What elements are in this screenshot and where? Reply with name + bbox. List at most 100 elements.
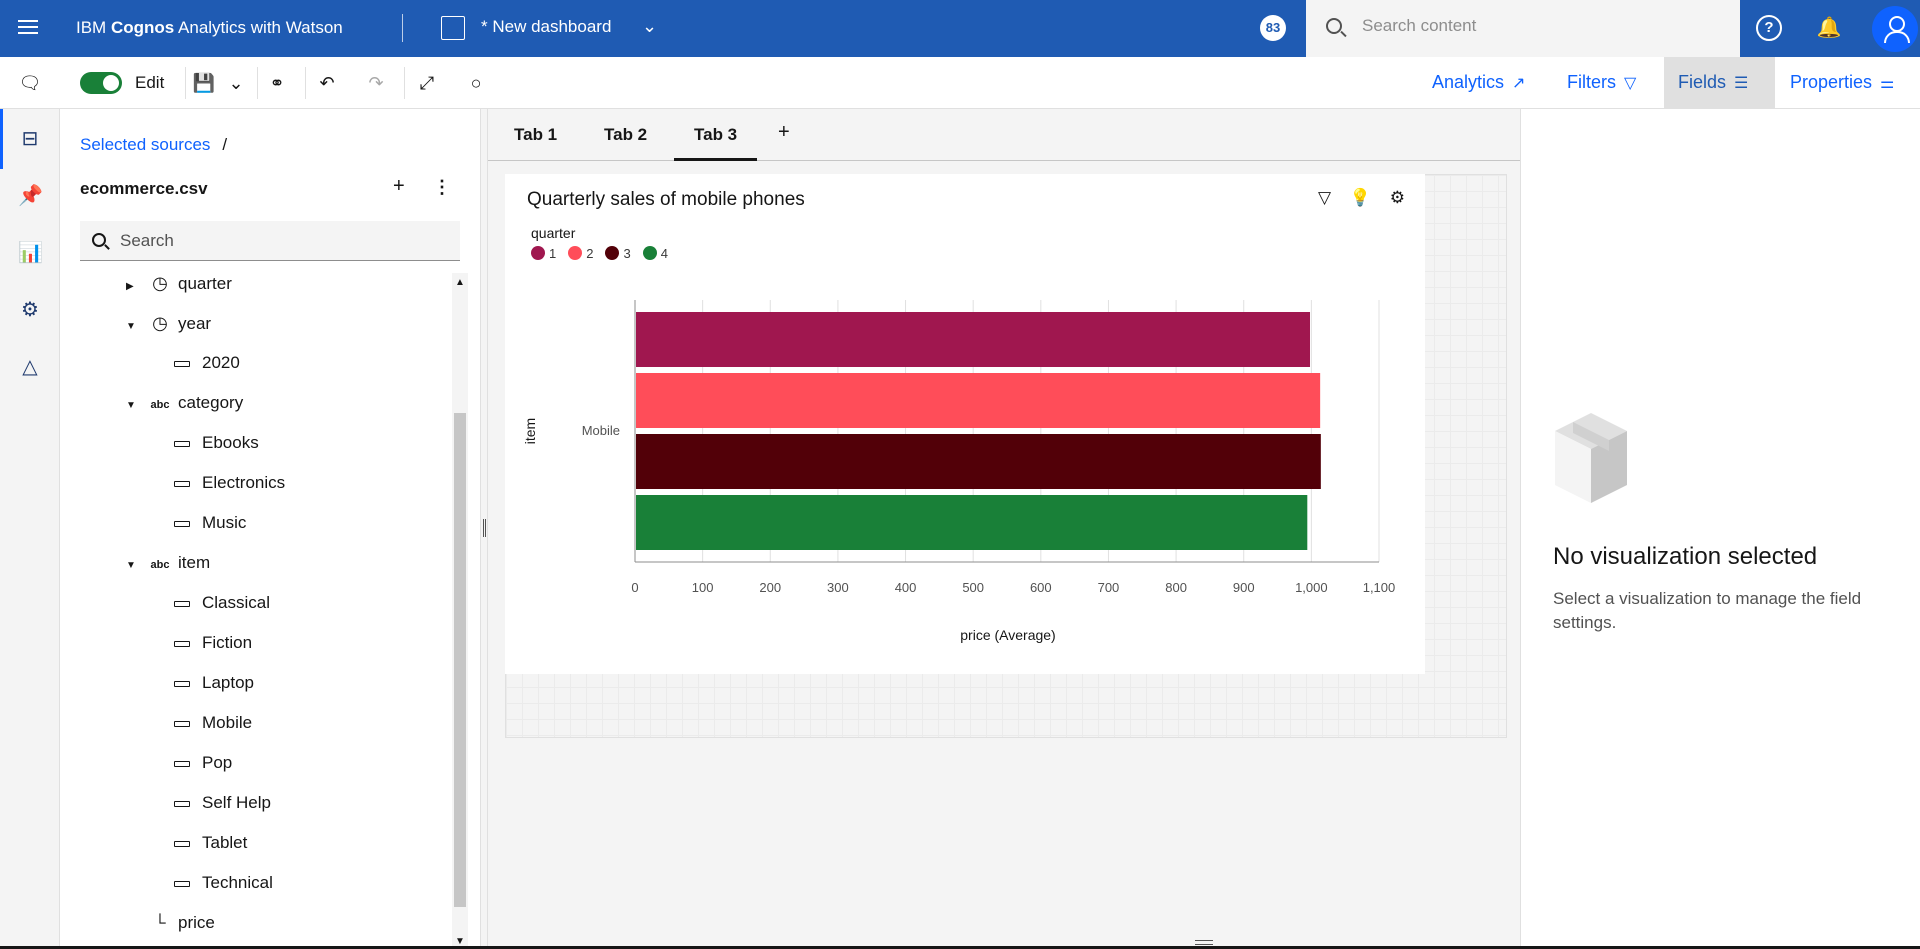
clock-icon: ◷ — [152, 273, 168, 293]
bar-quarter-4[interactable] — [636, 495, 1308, 550]
notifications-bell-icon[interactable]: 🔔 — [1816, 15, 1842, 41]
text-type-icon: abc — [150, 399, 170, 411]
fullscreen-icon[interactable]: ⤢ — [415, 71, 439, 95]
bar-quarter-2[interactable] — [636, 373, 1321, 428]
x-tick-label: 1,000 — [1295, 580, 1328, 595]
tab-1[interactable]: Tab 1 — [514, 125, 557, 145]
tree-item[interactable]: Self Help — [174, 783, 271, 823]
tree-item[interactable]: 2020 — [174, 343, 240, 383]
tree-item[interactable]: Laptop — [174, 663, 254, 703]
tree-item[interactable]: ▼ abc category — [126, 383, 243, 423]
notification-count-badge[interactable]: 83 — [1260, 15, 1286, 41]
chart-widget[interactable]: Quarterly sales of mobile phones ▽ 💡 ⚙ q… — [505, 174, 1425, 674]
add-tab-icon[interactable]: + — [778, 121, 790, 144]
clock-icon: ◷ — [152, 313, 168, 333]
member-icon — [174, 520, 190, 527]
data-sources-icon[interactable]: ⊟ — [18, 127, 42, 151]
tree-item-label: Technical — [202, 873, 273, 892]
member-icon — [174, 720, 190, 727]
tree-item[interactable]: ▶ ◷ quarter — [126, 273, 232, 303]
caret-down-icon[interactable]: ▼ — [126, 546, 138, 586]
tree-scrollbar[interactable]: ▲ ▼ — [452, 273, 468, 949]
product-name: IBM Cognos Analytics with Watson — [76, 18, 343, 37]
tree-item-label: Mobile — [202, 713, 253, 732]
tree-item-label: 2020 — [202, 353, 240, 372]
menu-icon[interactable] — [16, 16, 40, 40]
tree-item-label: year — [178, 314, 212, 333]
panel-resize-handle[interactable] — [480, 109, 488, 949]
tab-fields[interactable]: Fields ☰ — [1664, 57, 1775, 108]
tree-item[interactable]: ▼ ◷ year — [126, 303, 211, 343]
text-type-icon: abc — [150, 559, 170, 571]
pin-icon[interactable]: 📌 — [18, 184, 43, 208]
help-icon[interactable]: ? — [1756, 15, 1782, 41]
empty-box-icon — [1555, 413, 1627, 503]
tree-item[interactable]: Ebooks — [174, 423, 259, 463]
member-icon — [174, 480, 190, 487]
chevron-down-icon[interactable]: ⌄ — [224, 71, 248, 95]
member-icon — [174, 800, 190, 807]
source-tree: ▶ ◷ quarter ▼ ◷ year 2020 ▼ abc category Ebooks Ele… — [60, 273, 440, 949]
top-bar: IBM Cognos Analytics with Watson * New d… — [0, 0, 1920, 57]
undo-icon[interactable]: ↶ — [315, 71, 339, 95]
canvas-resize-grip[interactable] — [1195, 940, 1213, 945]
bar-quarter-1[interactable] — [636, 312, 1311, 367]
tree-item[interactable]: Technical — [174, 863, 273, 903]
tree-item[interactable]: Electronics — [174, 463, 285, 503]
search-content-input[interactable] — [1362, 16, 1722, 36]
empty-state-text: Select a visualization to manage the fie… — [1553, 589, 1862, 632]
caret-right-icon[interactable]: ▶ — [126, 273, 138, 307]
tree-item-label: Pop — [202, 753, 233, 772]
divider — [185, 67, 186, 99]
dashboard-icon — [441, 16, 465, 40]
x-tick-label: 500 — [962, 580, 984, 595]
source-search-field[interactable] — [80, 221, 460, 261]
breadcrumb-link[interactable]: Selected sources — [80, 135, 210, 154]
caret-down-icon[interactable]: ▼ — [126, 386, 138, 426]
tree-item[interactable]: Music — [174, 503, 246, 543]
scroll-thumb[interactable] — [454, 413, 466, 907]
tree-item-label: Ebooks — [202, 433, 259, 452]
tree-item[interactable]: └ price — [126, 903, 215, 943]
user-avatar-icon[interactable] — [1872, 6, 1918, 52]
edit-mode-toggle[interactable] — [80, 72, 122, 94]
tree-item-label: item — [178, 553, 211, 572]
tree-item[interactable]: Classical — [174, 583, 270, 623]
redo-icon[interactable]: ↷ — [364, 71, 388, 95]
scroll-up-icon[interactable]: ▲ — [455, 277, 465, 288]
tab-analytics[interactable]: Analytics ↗ — [1418, 57, 1539, 108]
chevron-down-icon[interactable]: ⌄ — [642, 16, 657, 37]
tree-item-label: price — [178, 913, 215, 932]
tree-item[interactable]: ▼ abc item — [126, 543, 210, 583]
member-icon — [174, 600, 190, 607]
y-category-label: Mobile — [582, 423, 620, 438]
widgets-icon[interactable]: ⚙ — [18, 298, 42, 322]
search-content-bar[interactable] — [1306, 0, 1740, 57]
comment-icon[interactable]: 🗨 — [18, 71, 42, 95]
tab-3[interactable]: Tab 3 — [673, 125, 758, 161]
add-icon[interactable]: + — [393, 175, 405, 198]
tree-item-label: quarter — [178, 274, 232, 293]
tree-item[interactable]: Tablet — [174, 823, 247, 863]
save-icon[interactable]: 💾 — [192, 71, 216, 95]
overflow-menu-icon[interactable]: ⋮ — [433, 177, 451, 198]
visualizations-icon[interactable]: 📊 — [18, 241, 43, 265]
tree-item[interactable]: Fiction — [174, 623, 252, 663]
caret-down-icon[interactable]: ▼ — [126, 307, 138, 347]
dashboard-canvas: Tab 1 Tab 2 Tab 3 + Quarterly sales of m… — [488, 109, 1520, 949]
tab-properties[interactable]: Properties ⚌ — [1776, 57, 1908, 108]
share-icon[interactable]: ⚭ — [265, 71, 289, 95]
assistant-icon[interactable]: ○ — [464, 71, 488, 95]
bar-quarter-3[interactable] — [636, 434, 1321, 489]
tree-item[interactable]: Mobile — [174, 703, 252, 743]
tree-item[interactable]: Pop — [174, 743, 232, 783]
shapes-icon[interactable]: △ — [18, 355, 42, 379]
source-search-input[interactable] — [120, 231, 450, 251]
divider — [404, 67, 405, 99]
tab-2[interactable]: Tab 2 — [604, 125, 647, 145]
grip-icon — [483, 519, 486, 537]
x-tick-label: 800 — [1165, 580, 1187, 595]
tab-filters[interactable]: Filters ▽ — [1553, 57, 1650, 108]
dashboard-title[interactable]: * New dashboard — [481, 17, 611, 37]
tree-item-label: Self Help — [202, 793, 271, 812]
